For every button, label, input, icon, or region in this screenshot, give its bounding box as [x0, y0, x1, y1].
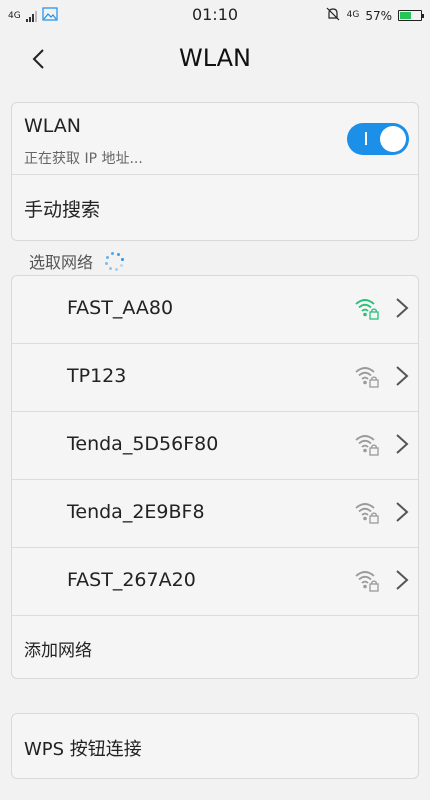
chevron-right-icon — [394, 365, 410, 387]
spinner-dot — [105, 256, 109, 260]
manual-search-label: 手动搜索 — [24, 199, 101, 221]
chevron-right-icon — [394, 433, 410, 455]
network-row[interactable]: FAST_267A20 — [12, 548, 418, 616]
add-network-label: 添加网络 — [24, 641, 92, 661]
header: WLAN — [0, 30, 430, 88]
wps-label: WPS 按钮连接 — [24, 739, 142, 760]
select-network-label: 选取网络 — [29, 253, 94, 272]
network-row[interactable]: FAST_AA80 — [12, 276, 418, 344]
wlan-label: WLAN — [24, 115, 82, 137]
wlan-toggle[interactable] — [347, 123, 409, 155]
battery-percent: 57% — [365, 8, 392, 23]
loading-spinner-icon — [103, 250, 125, 272]
manual-search-row[interactable]: 手动搜索 — [12, 175, 418, 242]
add-network-row[interactable]: 添加网络 — [12, 616, 418, 680]
spinner-dot — [116, 252, 120, 256]
spinner-dot — [115, 267, 119, 271]
toggle-on-mark — [365, 132, 367, 145]
network-list-card: FAST_AA80 TP123 Tenda_5D56F80 Tenda_2E9B… — [11, 275, 419, 679]
toggle-knob — [380, 126, 406, 152]
page-title: WLAN — [178, 44, 252, 72]
network-row[interactable]: Tenda_2E9BF8 — [12, 480, 418, 548]
wifi-lock-icon — [354, 567, 380, 593]
chevron-right-icon — [394, 501, 410, 523]
network-name: FAST_AA80 — [67, 297, 174, 319]
spinner-dot — [120, 257, 124, 261]
network-row[interactable]: TP123 — [12, 344, 418, 412]
wifi-lock-icon — [354, 363, 380, 389]
status-bar: 4G 01:10 4G 57% — [0, 0, 430, 30]
wlan-status-text: 正在获取 IP 地址... — [24, 151, 143, 167]
network-name: FAST_267A20 — [67, 569, 196, 591]
wifi-lock-icon — [354, 431, 380, 457]
wps-row[interactable]: WPS 按钮连接 — [11, 713, 419, 779]
chevron-right-icon — [394, 297, 410, 319]
mute-icon — [325, 6, 341, 25]
network-row[interactable]: Tenda_5D56F80 — [12, 412, 418, 480]
chevron-right-icon — [394, 569, 410, 591]
network-name: TP123 — [67, 365, 127, 387]
status-right: 4G 57% — [325, 6, 424, 25]
spinner-dot — [109, 267, 113, 271]
spinner-dot — [120, 263, 124, 267]
wlan-card: WLAN 正在获取 IP 地址... 手动搜索 — [11, 102, 419, 241]
network-name: Tenda_2E9BF8 — [67, 501, 205, 523]
data-type-label: 4G — [346, 10, 360, 20]
battery-icon — [398, 10, 424, 21]
network-name: Tenda_5D56F80 — [67, 433, 219, 455]
spinner-dot — [110, 252, 114, 256]
spinner-dot — [105, 262, 109, 266]
select-network-header: 选取网络 — [29, 249, 125, 273]
wlan-toggle-row[interactable]: WLAN 正在获取 IP 地址... — [12, 103, 418, 175]
wifi-lock-icon — [354, 499, 380, 525]
wifi-lock-icon — [354, 295, 380, 321]
